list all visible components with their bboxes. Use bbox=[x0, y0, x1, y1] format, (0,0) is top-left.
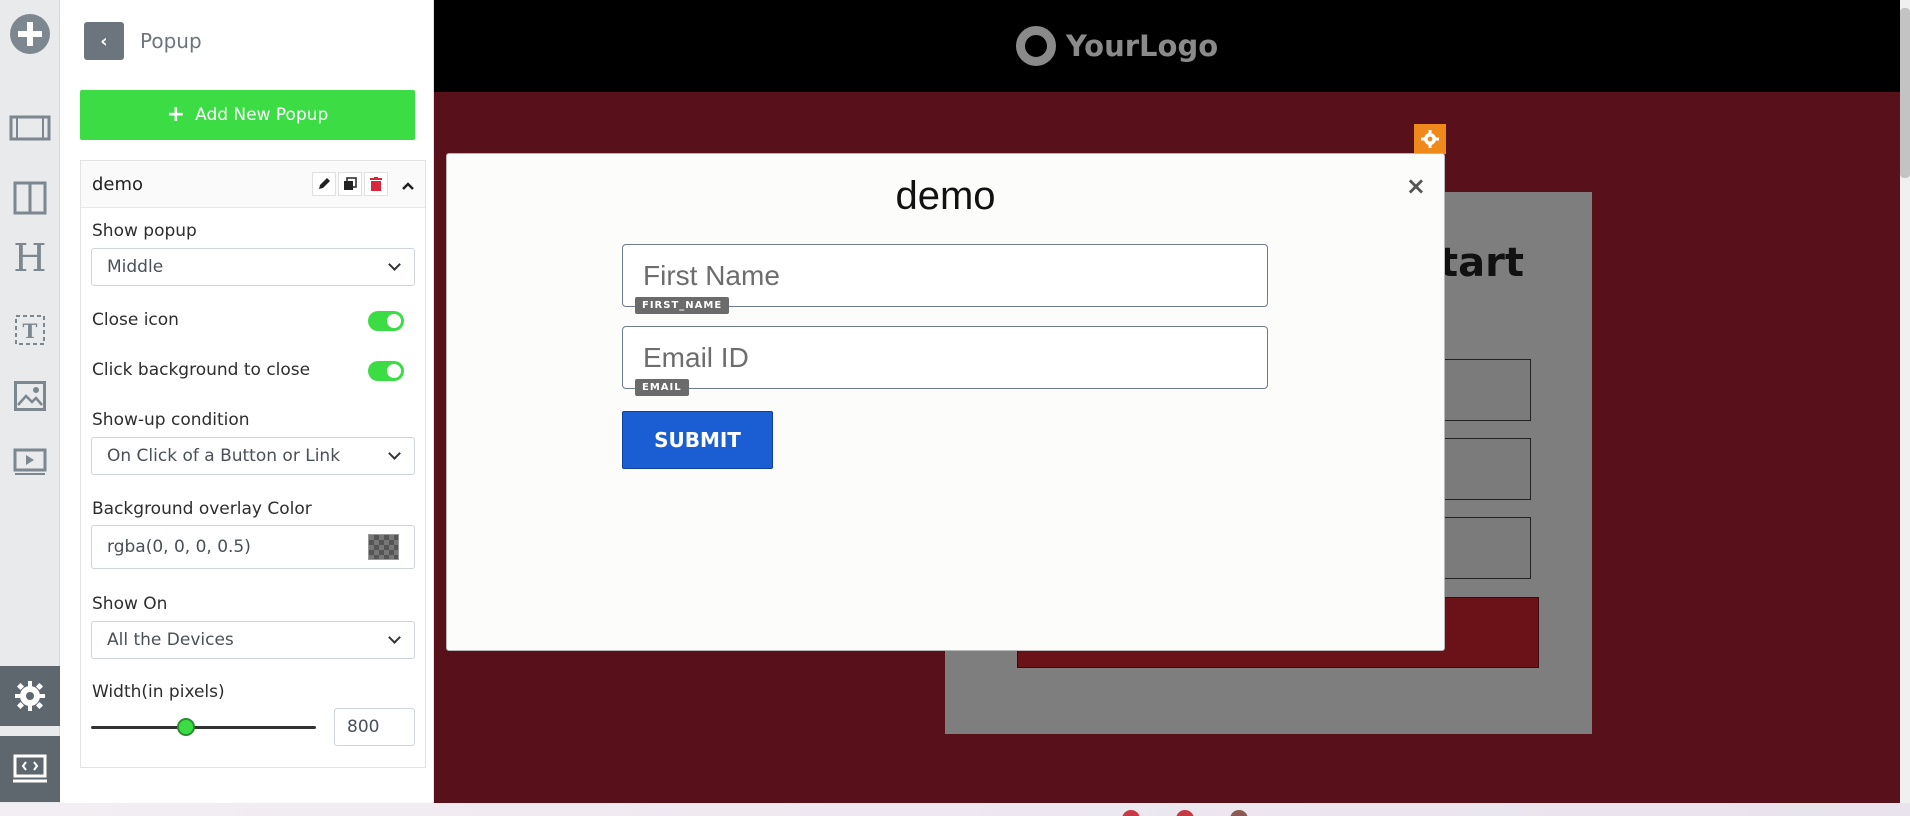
heading-icon[interactable]: H bbox=[0, 228, 60, 288]
popup-card: demo Show popup Middle Close icon Click … bbox=[80, 160, 426, 768]
width-label: Width(in pixels) bbox=[92, 682, 225, 702]
logo: YourLogo bbox=[1015, 26, 1219, 66]
first-name-placeholder: First Name bbox=[643, 259, 780, 291]
first-name-tag: FIRST_NAME bbox=[635, 297, 730, 314]
showup-condition-select[interactable]: On Click of a Button or Link bbox=[91, 437, 415, 475]
back-button[interactable]: ‹ bbox=[84, 22, 124, 60]
add-element-icon[interactable] bbox=[0, 4, 60, 64]
email-placeholder: Email ID bbox=[643, 341, 749, 373]
width-slider-handle[interactable] bbox=[176, 718, 195, 736]
duplicate-icon[interactable] bbox=[338, 172, 362, 196]
popup-card-header[interactable]: demo bbox=[81, 161, 425, 208]
width-value: 800 bbox=[347, 717, 380, 737]
gear-icon[interactable] bbox=[1414, 124, 1446, 154]
overlay-color-value: rgba(0, 0, 0, 0.5) bbox=[107, 537, 251, 557]
background-form-field bbox=[1440, 359, 1531, 421]
logo-text: YourLogo bbox=[1065, 29, 1219, 63]
show-on-select[interactable]: All the Devices bbox=[91, 621, 415, 659]
code-icon[interactable] bbox=[0, 736, 60, 802]
submit-button[interactable]: SUBMIT bbox=[622, 411, 773, 469]
svg-text:T: T bbox=[23, 319, 38, 343]
page-header: YourLogo bbox=[434, 0, 1900, 92]
text-icon[interactable]: T bbox=[0, 300, 60, 360]
add-new-popup-button[interactable]: + Add New Popup bbox=[80, 90, 415, 140]
popup-modal: demo × First Name FIRST_NAME Email ID EM… bbox=[446, 153, 1445, 651]
click-bg-close-toggle[interactable] bbox=[368, 361, 404, 381]
width-slider[interactable] bbox=[91, 726, 316, 729]
popup-name: demo bbox=[92, 173, 144, 195]
modal-title: demo bbox=[895, 174, 996, 218]
chevron-down-icon bbox=[388, 447, 401, 460]
background-form-field bbox=[1440, 438, 1531, 500]
close-icon-toggle[interactable] bbox=[368, 311, 404, 331]
overlay-color-label: Background overlay Color bbox=[92, 499, 312, 519]
columns-icon[interactable] bbox=[0, 168, 60, 228]
email-tag: EMAIL bbox=[635, 379, 689, 396]
plus-icon: + bbox=[166, 102, 186, 127]
background-heading: tart bbox=[1439, 240, 1524, 286]
delete-icon[interactable] bbox=[364, 172, 388, 196]
section-icon[interactable] bbox=[0, 98, 60, 158]
background-form-field bbox=[1440, 517, 1531, 579]
show-on-label: Show On bbox=[92, 594, 168, 614]
chevron-up-icon[interactable] bbox=[402, 175, 414, 194]
bottom-strip bbox=[0, 803, 1910, 816]
panel-title: Popup bbox=[140, 29, 202, 53]
close-icon-label: Close icon bbox=[92, 310, 179, 330]
show-popup-value: Middle bbox=[107, 257, 164, 277]
width-input[interactable]: 800 bbox=[334, 708, 415, 746]
show-on-value: All the Devices bbox=[107, 630, 234, 650]
chevron-down-icon bbox=[388, 258, 401, 271]
close-icon[interactable]: × bbox=[1406, 172, 1426, 200]
chevron-down-icon bbox=[388, 631, 401, 644]
click-bg-close-label: Click background to close bbox=[92, 360, 311, 380]
icon-rail: H T bbox=[0, 0, 60, 803]
add-new-popup-label: Add New Popup bbox=[195, 105, 329, 125]
show-popup-select[interactable]: Middle bbox=[91, 248, 415, 286]
overlay-color-input[interactable]: rgba(0, 0, 0, 0.5) bbox=[91, 525, 415, 569]
showup-condition-label: Show-up condition bbox=[92, 410, 250, 430]
showup-condition-value: On Click of a Button or Link bbox=[107, 446, 341, 466]
settings-icon[interactable] bbox=[0, 666, 60, 726]
panel-header: ‹ Popup bbox=[84, 22, 202, 60]
popup-settings-panel: ‹ Popup + Add New Popup demo Show popup … bbox=[60, 0, 434, 803]
chevron-left-icon: ‹ bbox=[100, 30, 108, 52]
video-icon[interactable] bbox=[0, 432, 60, 492]
edit-icon[interactable] bbox=[312, 172, 336, 196]
email-field[interactable]: Email ID bbox=[622, 326, 1268, 389]
color-swatch[interactable] bbox=[368, 534, 399, 560]
image-icon[interactable] bbox=[0, 366, 60, 426]
show-popup-label: Show popup bbox=[92, 221, 197, 241]
scrollbar-thumb[interactable] bbox=[1900, 8, 1910, 178]
logo-ring-icon bbox=[1015, 26, 1056, 66]
